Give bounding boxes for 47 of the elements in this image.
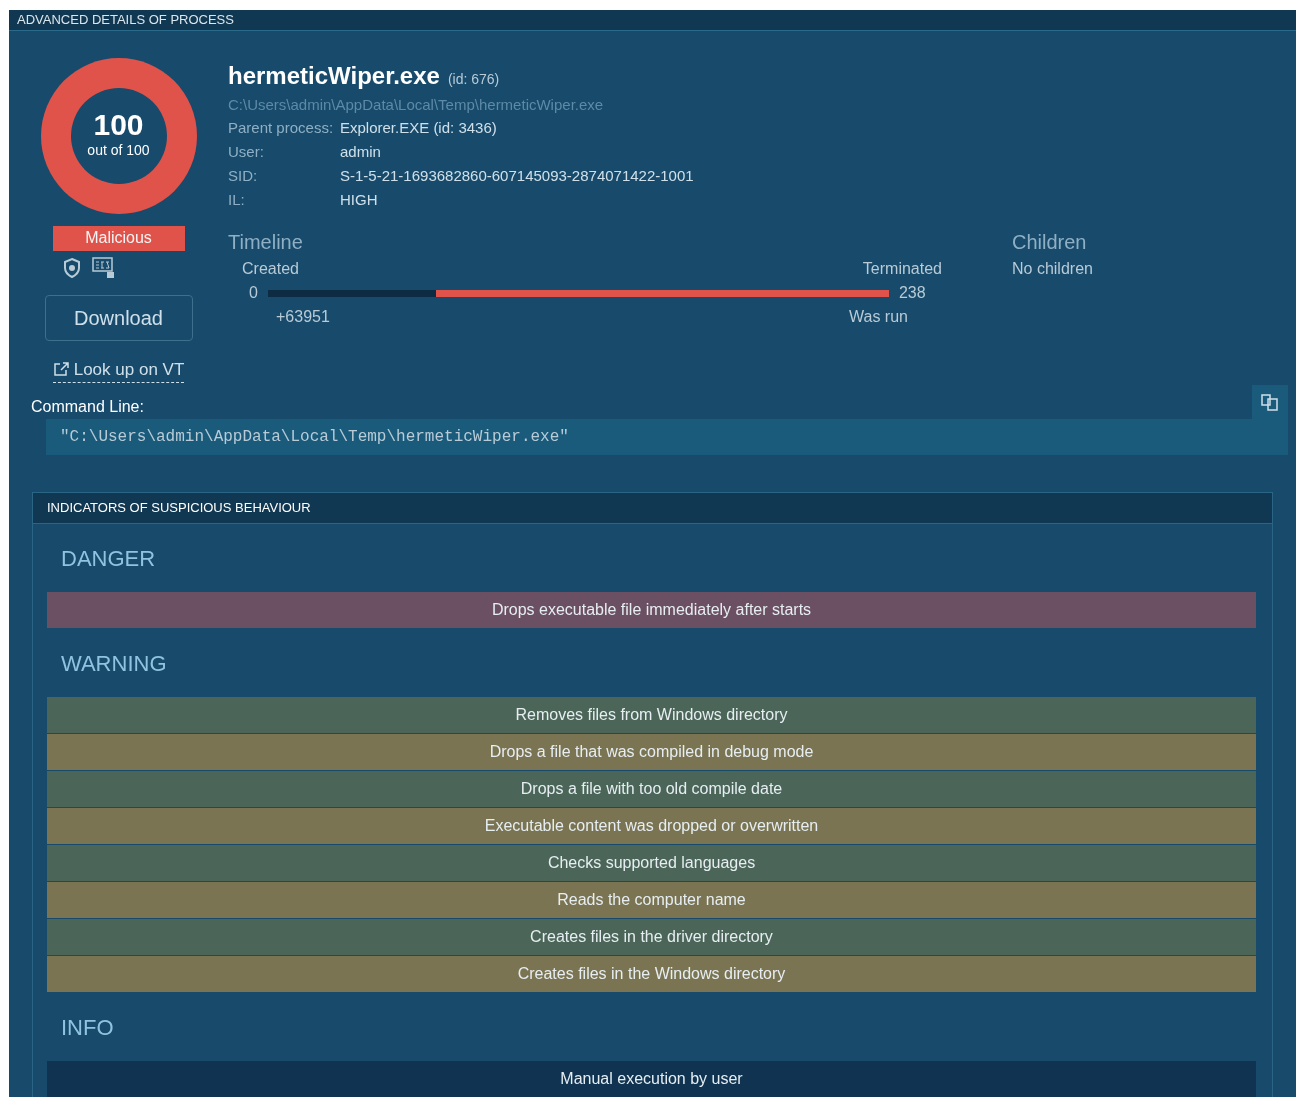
indicator-row[interactable]: Removes files from Windows directory <box>47 697 1256 733</box>
copy-icon <box>1259 392 1281 412</box>
children-value: No children <box>1012 259 1093 279</box>
copy-button[interactable] <box>1252 385 1288 419</box>
indicator-row[interactable]: Creates files in the driver directory <box>47 919 1256 955</box>
lookup-vt-link[interactable]: Look up on VT <box>52 356 185 383</box>
indicator-row[interactable]: Checks supported languages <box>47 845 1256 881</box>
indicator-row[interactable]: Creates files in the Windows directory <box>47 956 1256 992</box>
indicators-title: INDICATORS OF SUSPICIOUS BEHAVIOUR <box>47 499 311 518</box>
score-caption: out of 100 <box>87 141 150 160</box>
shield-icon <box>61 256 82 279</box>
panel-title: ADVANCED DETAILS OF PROCESS <box>17 11 234 29</box>
timeline-start: 0 <box>249 283 258 303</box>
field-label: Parent process: <box>228 117 335 138</box>
timeline-end: 238 <box>898 283 926 303</box>
process-name: hermeticWiper.exe <box>228 60 440 91</box>
field-value: Explorer.EXE (id: 3436) <box>340 117 497 138</box>
indicator-row[interactable]: Drops a file that was compiled in debug mode <box>47 734 1256 770</box>
field-value: HIGH <box>340 189 378 210</box>
group-heading: INFO <box>60 1013 115 1042</box>
field-label: User: <box>228 141 265 162</box>
indicator-row[interactable]: Reads the computer name <box>47 882 1256 918</box>
field-value: admin <box>340 141 381 162</box>
created-label: Created <box>242 259 299 279</box>
external-link-icon <box>52 361 70 377</box>
process-path: C:\Users\admin\AppData\Local\Temp\hermeticWiper.exe <box>228 94 605 115</box>
indicator-row[interactable]: Executable content was dropped or overwritten <box>47 808 1256 844</box>
group-heading: DANGER <box>60 544 157 573</box>
field-value: S-1-5-21-1693682860-607145093-2874071422-1001 <box>340 165 694 186</box>
timeline-heading: Timeline <box>228 230 304 255</box>
children-heading: Children <box>1012 230 1088 255</box>
command-line-label: Command Line: <box>31 397 145 417</box>
field-label: SID: <box>228 165 259 186</box>
process-id: (id: 676) <box>447 69 500 89</box>
verdict-label: Malicious <box>52 225 185 251</box>
score-value: 100 <box>93 110 144 140</box>
download-button[interactable]: Download <box>44 294 193 341</box>
exe-file-icon <box>91 256 116 279</box>
timeline-offset: +63951 <box>276 307 330 327</box>
indicator-row[interactable]: Manual execution by user <box>47 1061 1256 1097</box>
indicator-row[interactable]: Drops a file with too old compile date <box>47 771 1256 807</box>
timeline-status: Was run <box>849 307 908 327</box>
indicator-row[interactable]: Drops executable file immediately after starts <box>47 592 1256 628</box>
command-line-field: "C:\Users\admin\AppData\Local\Temp\hermeticWiper.exe" <box>46 419 1288 455</box>
terminated-label: Terminated <box>862 259 942 279</box>
field-label: IL: <box>228 189 246 210</box>
group-heading: WARNING <box>60 649 168 678</box>
